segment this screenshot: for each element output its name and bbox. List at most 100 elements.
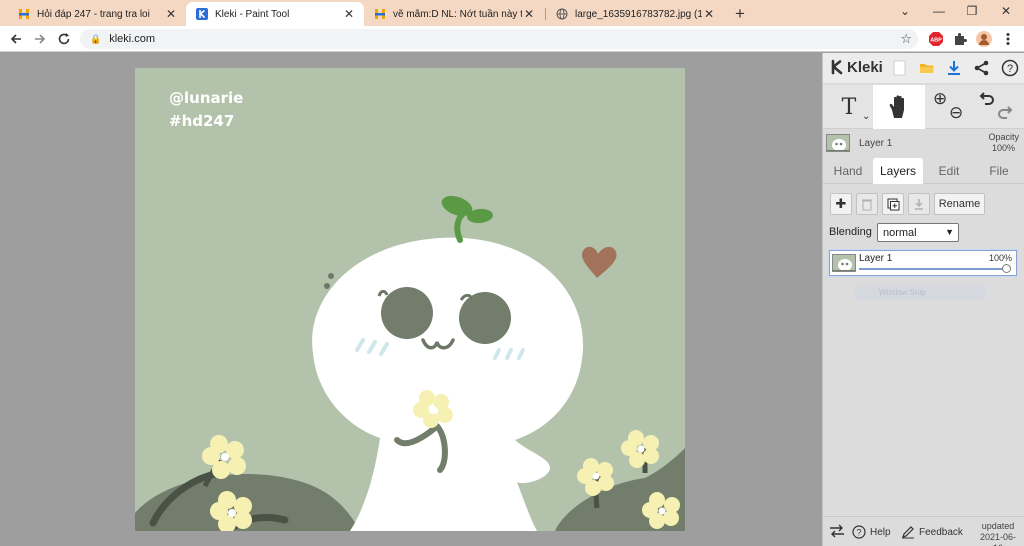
chevron-down-icon[interactable]: ⌄ [862,111,870,122]
close-window-button[interactable]: ✕ [994,4,1018,18]
feedback-label: Feedback [919,526,963,538]
layers-pane: ✚ Rename Blending normal ▼ Layer 1 100% … [823,184,1024,514]
tab-layers[interactable]: Layers [873,158,923,184]
canvas-workspace[interactable]: @lunarie #hd247 [0,53,822,546]
undo-redo-controls [973,85,1021,129]
new-tab-button[interactable]: + [731,4,749,24]
kleki-logo-icon [831,59,843,75]
bookmark-star-icon[interactable]: ☆ [900,31,912,47]
rename-layer-button[interactable]: Rename [934,193,985,215]
updated-info: updated 2021-06-16 [975,521,1021,546]
minimize-button[interactable]: — [927,4,951,18]
close-icon[interactable]: ✕ [702,7,716,21]
tab-title: large_1635916783782.jpg (1024× [575,8,702,20]
blending-select[interactable]: normal ▼ [877,223,959,242]
tab-hand[interactable]: Hand [825,158,871,184]
watermark-username: @lunarie [169,89,244,107]
zoom-controls: ⊕ ⊖ [927,85,967,129]
download-icon[interactable] [945,59,963,77]
tab-file[interactable]: File [975,158,1023,184]
swap-sides-icon[interactable] [829,524,845,538]
artwork [135,195,685,531]
forward-arrow-icon[interactable] [30,29,50,49]
panel-header: Kleki ? [823,53,1024,83]
merge-down-icon [915,198,923,210]
brand-name: Kleki [847,58,883,76]
redo-icon[interactable] [997,105,1013,121]
tool-row: T ⌄ ⊕ ⊖ [823,85,1024,129]
kleki-favicon-icon [196,8,208,20]
drawing-canvas[interactable]: @lunarie #hd247 [135,68,685,531]
help-icon[interactable]: ? [1001,59,1019,77]
new-file-icon[interactable] [891,59,909,77]
blending-value: normal [883,226,917,239]
layer-thumbnail [832,254,856,272]
layer-opacity-slider[interactable] [859,268,1007,270]
close-icon[interactable]: ✕ [522,7,536,21]
tab-large-image[interactable]: large_1635916783782.jpg (1024× ✕ [546,2,724,26]
layer-opacity: 100% [988,253,1012,263]
undo-icon[interactable] [979,91,995,107]
tab-title: vẽ mãm:D NL: Nớt tuần này thi x [393,8,522,20]
updated-label: updated [981,521,1015,531]
merge-down-button[interactable] [908,193,930,215]
hoidap-favicon-icon [374,8,386,20]
left-eye [381,287,433,339]
tab-search-icon[interactable]: ⌄ [893,4,917,18]
current-layer-info: Layer 1 Opacity 100% [823,130,1024,157]
share-icon[interactable] [973,59,991,77]
hand-tool-button[interactable] [873,85,925,129]
address-bar[interactable]: 🔒 kleki.com ☆ [80,29,918,49]
close-icon[interactable]: ✕ [164,7,178,21]
opacity-label: Opacity [988,132,1019,142]
tab-vemam[interactable]: vẽ mãm:D NL: Nớt tuần này thi x ✕ [364,2,544,26]
layer-name: Layer 1 [859,253,893,264]
browser-menu-icon[interactable] [1000,31,1016,47]
layer-list-item[interactable]: Layer 1 100% [829,250,1017,276]
tab-title: Hỏi đáp 247 - trang tra loi [37,8,150,20]
duplicate-icon [887,198,899,210]
layer-thumbnail [826,134,850,152]
delete-layer-button[interactable] [856,193,878,215]
right-eye [459,292,511,344]
kleki-logo[interactable]: Kleki [829,58,883,76]
add-layer-button[interactable]: ✚ [830,193,852,215]
tab-title: Kleki - Paint Tool [215,8,290,20]
help-circle-icon: ? [852,525,866,539]
plus-icon: ✚ [835,196,847,211]
opacity-slider-handle[interactable] [1002,264,1011,273]
zoom-out-icon[interactable]: ⊖ [949,103,963,123]
panel-footer: ? Help Feedback updated 2021-06-16 [823,516,1024,546]
updated-date: 2021-06-16 [979,532,1017,546]
help-label: Help [870,526,891,538]
adblock-extension-icon[interactable]: ABP [928,31,944,47]
tab-hoidap[interactable]: Hỏi đáp 247 - trang tra loi ✕ [8,2,186,26]
extensions-puzzle-icon[interactable] [952,31,968,47]
duplicate-layer-button[interactable] [882,193,904,215]
profile-avatar[interactable] [976,31,992,47]
window-snip-overlay: Window Snip [855,285,985,300]
svg-text:ABP: ABP [930,38,942,44]
text-tool-button[interactable]: T ⌄ [825,85,873,129]
heart [581,246,617,278]
open-folder-icon[interactable] [918,59,936,77]
globe-icon [556,8,568,20]
watermark-tag: #hd247 [169,112,235,130]
pencil-icon [902,526,914,539]
text-tool-icon: T [841,94,857,120]
close-icon[interactable]: ✕ [342,7,356,21]
tab-kleki[interactable]: Kleki - Paint Tool ✕ [186,2,364,26]
lock-icon[interactable]: 🔒 [90,34,101,45]
svg-text:?: ? [856,528,861,538]
reload-icon[interactable] [54,29,74,49]
zoom-in-icon[interactable]: ⊕ [933,89,947,109]
tab-edit[interactable]: Edit [925,158,973,184]
restore-button[interactable]: ❐ [960,4,984,18]
svg-text:?: ? [1007,63,1013,75]
back-arrow-icon[interactable] [6,29,26,49]
help-button[interactable]: ? Help [852,525,891,539]
feedback-button[interactable]: Feedback [901,525,963,539]
opacity-value: 100% [991,143,1015,153]
current-layer-name: Layer 1 [859,138,893,149]
browser-toolbar: 🔒 kleki.com ☆ ABP [0,26,1024,52]
